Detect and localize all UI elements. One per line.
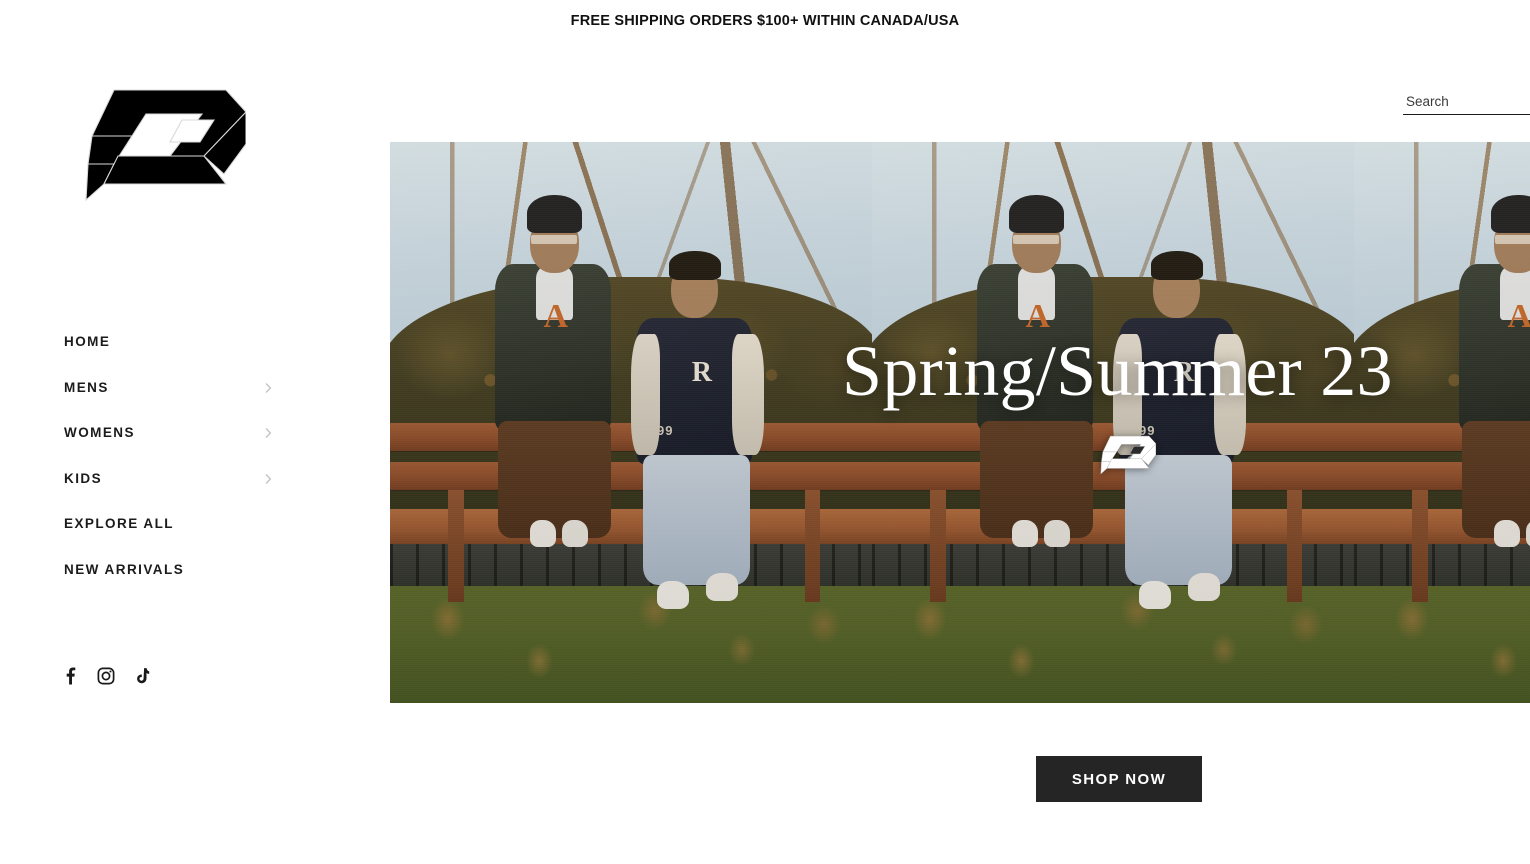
bench-leg: [929, 489, 946, 602]
instagram-icon[interactable]: [97, 667, 115, 685]
search-input[interactable]: [1403, 92, 1530, 114]
hero-photo: A R 99: [390, 142, 872, 703]
announcement-text: FREE SHIPPING ORDERS $100+ WITHIN CANADA…: [570, 13, 960, 29]
black-beanie: [1490, 194, 1530, 233]
primary-navigation: HOME MENS WOMENS KIDS EXPLORE ALL NEW AR…: [64, 332, 274, 605]
jacket-letter: R: [691, 356, 712, 388]
nav-item-label: WOMENS: [64, 425, 135, 440]
hair: [668, 251, 721, 280]
nav-item-label: KIDS: [64, 470, 103, 486]
chevron-right-icon: [262, 382, 274, 394]
jacket-letter: A: [543, 298, 569, 336]
bench-leg: [1286, 489, 1303, 602]
search-underline: [1403, 114, 1530, 115]
hero-banner[interactable]: A R 99 A R 99 A Spring/Summer 23: [390, 142, 1530, 703]
sneaker: [1139, 580, 1171, 609]
nav-item-mens[interactable]: MENS: [64, 378, 274, 398]
nav-item-explore-all[interactable]: EXPLORE ALL: [64, 514, 274, 534]
jacket-number: 99: [657, 423, 674, 439]
homepage-root: FREE SHIPPING ORDERS $100+ WITHIN CANADA…: [0, 0, 1530, 864]
sneaker: [529, 520, 556, 548]
varsity-sleeve: [631, 334, 660, 456]
shop-now-label: SHOP NOW: [1071, 770, 1167, 788]
brown-pants: [497, 421, 611, 539]
sneaker: [657, 580, 689, 609]
glasses: [1495, 234, 1530, 244]
announcement-bar: FREE SHIPPING ORDERS $100+ WITHIN CANADA…: [0, 0, 1530, 42]
nav-item-kids[interactable]: KIDS: [64, 469, 274, 489]
black-beanie: [1008, 194, 1064, 233]
sneaker: [1493, 520, 1520, 548]
hero-photo: A R 99: [872, 142, 1354, 703]
glasses: [1013, 234, 1060, 244]
hero-photo: A: [1354, 142, 1530, 703]
nav-item-new-arrivals[interactable]: NEW ARRIVALS: [64, 560, 274, 580]
bench-leg: [1411, 489, 1428, 602]
social-links: [62, 667, 150, 685]
nav-item-home[interactable]: HOME: [64, 332, 274, 352]
sneaker: [1188, 572, 1220, 601]
nav-item-womens[interactable]: WOMENS: [64, 423, 274, 443]
sneaker: [561, 520, 588, 548]
glasses: [531, 234, 578, 244]
search-container: [1403, 92, 1530, 115]
nav-item-label: HOME: [64, 334, 111, 349]
nav-item-label: NEW ARRIVALS: [64, 561, 185, 577]
jacket-letter: A: [1507, 298, 1530, 336]
brown-pants: [1461, 421, 1530, 539]
nav-item-label: EXPLORE ALL: [64, 516, 174, 531]
brown-pants: [979, 421, 1093, 539]
tiktok-icon[interactable]: [132, 667, 150, 685]
model-figure-two: R 99: [631, 237, 776, 641]
bench-leg: [804, 489, 821, 602]
sneaker: [1043, 520, 1070, 548]
model-figure-one: A: [1450, 170, 1530, 619]
hero-image-strip: A R 99 A R 99 A: [390, 142, 1530, 703]
varsity-sleeve: [732, 334, 764, 456]
hair: [1150, 251, 1203, 280]
black-beanie: [526, 194, 582, 233]
light-jeans: [642, 455, 750, 585]
isometric-3d-monogram-logo-icon: [85, 89, 246, 202]
chevron-right-icon: [262, 473, 274, 485]
facebook-icon[interactable]: [62, 667, 80, 685]
chevron-right-icon: [262, 427, 274, 439]
nav-item-label: MENS: [64, 379, 109, 395]
model-figure-one: A: [486, 170, 631, 619]
shop-now-button[interactable]: SHOP NOW: [1036, 756, 1202, 802]
sneaker: [1011, 520, 1038, 548]
bench-leg: [447, 489, 464, 602]
hero-title: Spring/Summer 23: [842, 331, 1393, 411]
sneaker: [706, 572, 738, 601]
brand-mark-white-icon: [1100, 434, 1156, 476]
brand-logo[interactable]: [84, 84, 246, 206]
sidebar: HOME MENS WOMENS KIDS EXPLORE ALL NEW AR…: [0, 42, 390, 864]
